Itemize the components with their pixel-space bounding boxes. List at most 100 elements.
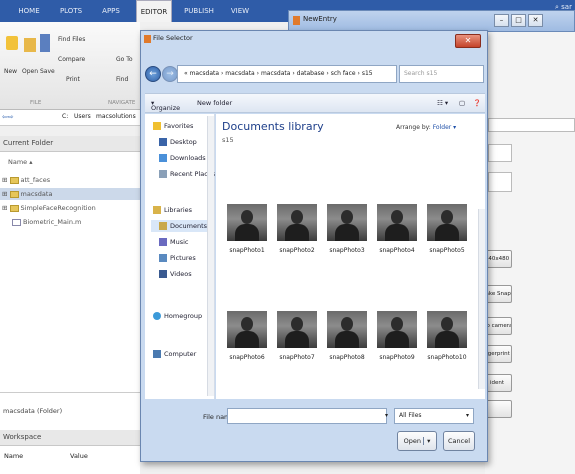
star-icon — [153, 122, 161, 130]
file-label[interactable]: snapPhoto1 — [221, 247, 273, 254]
organize-button[interactable]: Organize ▾ — [151, 99, 180, 112]
back-icon[interactable]: ← — [145, 66, 161, 82]
content-scrollbar[interactable] — [478, 209, 485, 389]
find-button[interactable]: Find — [116, 76, 128, 83]
file-label[interactable]: snapPhoto6 — [221, 354, 273, 361]
documents-icon — [159, 222, 167, 230]
goto-button[interactable]: Go To — [116, 56, 133, 63]
search-input[interactable]: Search s15 — [399, 65, 484, 83]
nav-homegroup[interactable]: Homegroup — [153, 310, 202, 322]
help-icon[interactable]: ❓ — [473, 99, 481, 107]
thumbnail[interactable] — [227, 311, 267, 348]
find-files-button[interactable]: Find Files — [58, 36, 85, 43]
list-item[interactable]: ⊞ SimpleFaceRecognition — [2, 202, 96, 214]
breadcrumb-segment[interactable]: macsdata — [225, 70, 254, 77]
thumbnail[interactable] — [427, 311, 467, 348]
thumbnail[interactable] — [377, 311, 417, 348]
breadcrumb-segment[interactable]: sch face — [331, 70, 356, 77]
list-item[interactable]: ⊞ macsdata — [0, 188, 140, 200]
file-label[interactable]: snapPhoto7 — [271, 354, 323, 361]
nav-label: Libraries — [164, 206, 193, 214]
address-segment[interactable]: Users — [74, 113, 91, 120]
list-item[interactable]: Biometric_Main.m — [12, 216, 81, 228]
cancel-button[interactable]: Cancel — [443, 431, 475, 451]
editor-field[interactable] — [488, 118, 575, 132]
breadcrumb-segment[interactable]: database — [297, 70, 325, 77]
breadcrumb-segment[interactable]: s15 — [362, 70, 373, 77]
thumbnail[interactable] — [277, 311, 317, 348]
new-button[interactable]: New — [4, 68, 17, 75]
navigate-section-label: NAVIGATE — [108, 100, 136, 106]
tab-apps[interactable]: APPS — [96, 0, 126, 22]
tab-home[interactable]: HOME — [14, 0, 44, 22]
workspace-col-value[interactable]: Value — [70, 452, 88, 460]
file-label[interactable]: snapPhoto2 — [271, 247, 323, 254]
new-icon[interactable] — [6, 36, 18, 50]
file-label[interactable]: snapPhoto4 — [371, 247, 423, 254]
minimize-icon[interactable]: – — [494, 14, 509, 27]
back-arrow-icon[interactable]: ⇦⇨ — [2, 113, 14, 121]
list-item[interactable]: ⊞ att_faces — [2, 174, 50, 186]
nav-videos[interactable]: Videos — [159, 268, 192, 280]
nav-music[interactable]: Music — [159, 236, 189, 248]
thumbnail[interactable] — [427, 204, 467, 241]
save-button[interactable]: Save — [40, 68, 55, 75]
nav-scrollbar[interactable] — [207, 116, 214, 396]
address-bar[interactable]: ⇦⇨ C: Users macsolutions — [0, 110, 140, 126]
tab-editor[interactable]: EDITOR — [136, 0, 172, 22]
nav-desktop[interactable]: Desktop — [159, 136, 197, 148]
thumbnail[interactable] — [277, 204, 317, 241]
nav-documents[interactable]: Documents — [151, 220, 208, 232]
thumbnail[interactable] — [327, 311, 367, 348]
maximize-icon[interactable]: □ — [511, 14, 526, 27]
file-name-input[interactable] — [227, 408, 387, 424]
tab-publish[interactable]: PUBLISH — [180, 0, 218, 22]
forward-icon[interactable]: → — [162, 66, 178, 82]
file-label[interactable]: snapPhoto10 — [421, 354, 473, 361]
workspace-col-name[interactable]: Name — [4, 452, 23, 460]
tab-view[interactable]: VIEW — [226, 0, 254, 22]
nav-label: Documents — [170, 222, 208, 230]
library-title: Documents library — [222, 120, 324, 133]
editor-field[interactable] — [488, 172, 512, 192]
breadcrumb[interactable]: « macsdata › macsdata › macsdata › datab… — [177, 65, 397, 83]
open-icon[interactable] — [24, 38, 36, 52]
thumbnail[interactable] — [227, 204, 267, 241]
file-name-dropdown-icon[interactable]: ▾ — [385, 412, 388, 419]
tab-plots[interactable]: PLOTS — [56, 0, 86, 22]
editor-field[interactable] — [488, 144, 512, 162]
file-label[interactable]: snapPhoto9 — [371, 354, 423, 361]
arrange-by-dropdown[interactable]: Folder ▾ — [433, 124, 456, 131]
save-icon[interactable] — [40, 34, 50, 52]
nav-downloads[interactable]: Downloads — [159, 152, 206, 164]
breadcrumb-segment[interactable]: macsdata — [261, 70, 290, 77]
view-icon[interactable]: ☷ ▾ — [437, 99, 448, 107]
thumbnail[interactable] — [327, 204, 367, 241]
nav-pictures[interactable]: Pictures — [159, 252, 196, 264]
file-type-select[interactable]: All Files ▾ — [394, 408, 474, 424]
breadcrumb-segment[interactable]: macsdata — [190, 70, 219, 77]
nav-computer[interactable]: Computer — [153, 348, 196, 360]
address-segment[interactable]: C: — [62, 113, 68, 120]
desktop-icon — [159, 138, 167, 146]
close-icon[interactable]: ✕ — [528, 14, 543, 27]
address-segment[interactable]: macsolutions — [96, 113, 136, 120]
nav-label: Desktop — [170, 138, 197, 146]
dialog-close-button[interactable]: ✕ — [455, 34, 481, 48]
file-label[interactable]: snapPhoto3 — [321, 247, 373, 254]
open-button[interactable]: Open — [22, 68, 38, 75]
chevron-down-icon[interactable]: ▾ — [423, 437, 431, 445]
open-button[interactable]: Open ▾ — [397, 431, 437, 451]
file-label[interactable]: snapPhoto8 — [321, 354, 373, 361]
file-label[interactable]: snapPhoto5 — [421, 247, 473, 254]
nav-label: Videos — [170, 270, 192, 278]
nav-libraries[interactable]: Libraries — [153, 204, 192, 216]
thumbnail[interactable] — [377, 204, 417, 241]
preview-pane-icon[interactable]: ▢ — [459, 99, 465, 107]
nav-favorites[interactable]: Favorites — [153, 120, 193, 132]
new-folder-button[interactable]: New folder — [197, 99, 232, 107]
compare-button[interactable]: Compare — [58, 56, 85, 63]
workspace-table: Name Value — [0, 446, 140, 474]
print-button[interactable]: Print — [66, 76, 80, 83]
name-column-header[interactable]: Name ▴ — [8, 156, 33, 168]
